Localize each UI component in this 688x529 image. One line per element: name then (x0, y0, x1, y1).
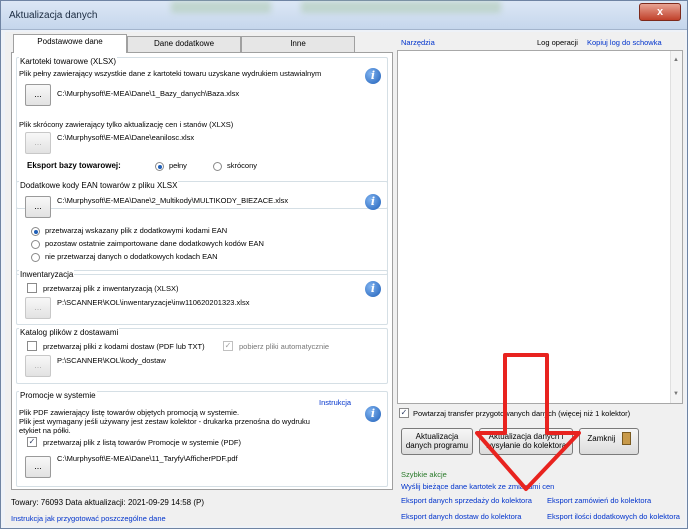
repeat-transfer-checkbox[interactable]: ✓ (399, 408, 409, 418)
group-title: Inwentaryzacja (19, 270, 75, 279)
tab-extra-data[interactable]: Dane dodatkowe (127, 36, 241, 52)
browse-full-file-button[interactable]: ... (25, 84, 51, 106)
exit-door-icon (621, 432, 631, 446)
promotions-desc-2: Plik jest wymagany jeśli używany jest ze… (19, 417, 310, 426)
browse-promotions-file-button[interactable]: ... (25, 456, 51, 478)
quick-action-export-sales[interactable]: Eksport danych sprzedaży do kolektora (401, 496, 532, 505)
ean-option-2-radio[interactable] (31, 240, 40, 249)
info-icon[interactable]: i (365, 68, 381, 84)
export-full-radio[interactable] (155, 162, 164, 171)
group-inventory: Inwentaryzacja przetwarzaj plik z inwent… (16, 270, 388, 325)
ean-option-2-label: pozostaw ostatnie zaimportowane dane dod… (45, 239, 264, 248)
promotions-desc-3: etykiet na półki. (19, 426, 71, 435)
inventory-checkbox[interactable] (27, 283, 37, 293)
status-text: Towary: 76093 Data aktualizacji: 2021-09… (11, 498, 204, 507)
export-full-label: pełny (169, 161, 187, 170)
close-window-button[interactable]: x (639, 3, 681, 21)
scroll-up-icon[interactable]: ▲ (673, 57, 679, 63)
promotions-desc-1: Plik PDF zawierający listę towarów objęt… (19, 408, 240, 417)
instructions-link[interactable]: Instrukcja jak przygotować poszczególne … (11, 514, 166, 523)
browse-short-file-button[interactable]: ... (25, 132, 51, 154)
tab-basic-data[interactable]: Podstawowe dane (13, 34, 127, 53)
status-bar: Towary: 76093 Data aktualizacji: 2021-09… (5, 494, 393, 526)
promotions-instructions-link[interactable]: Instrukcja (319, 398, 351, 407)
app-window: Aktualizacja danych x Podstawowe dane Da… (0, 0, 688, 529)
delivery-codes-checkbox[interactable] (27, 341, 37, 351)
ean-option-1-radio[interactable] (31, 227, 40, 236)
inventory-check-label: przetwarzaj plik z inwentaryzacją (XLSX) (43, 284, 179, 293)
browse-delivery-folder-button[interactable]: ... (25, 355, 51, 377)
group-title: Katalog plików z dostawami (19, 328, 120, 337)
info-icon[interactable]: i (365, 281, 381, 297)
log-textarea[interactable]: ▲ ▼ (397, 50, 683, 404)
scroll-down-icon[interactable]: ▼ (673, 391, 679, 397)
quick-action-export-orders[interactable]: Eksport zamówień do kolektora (547, 496, 651, 505)
promotions-file-path: C:\Murphysoft\E-MEA\Dane\11_Taryfy\Affic… (57, 454, 238, 463)
delivery-folder-path: P:\SCANNER\KOL\kody_dostaw (57, 356, 166, 365)
group-title: Dodatkowe kody EAN towarów z pliku XLSX (19, 181, 179, 190)
ean-option-1-label: przetwarzaj wskazany plik z dodatkowymi … (45, 226, 228, 235)
browse-inventory-file-button[interactable]: ... (25, 297, 51, 319)
info-icon[interactable]: i (365, 406, 381, 422)
quick-action-export-deliveries[interactable]: Eksport danych dostaw do kolektora (401, 512, 521, 521)
info-icon[interactable]: i (365, 194, 381, 210)
full-file-path: C:\Murphysoft\E-MEA\Dane\1_Bazy_danych\B… (57, 89, 240, 98)
ean-file-path: C:\Murphysoft\E-MEA\Dane\2_Multikody\MUL… (57, 196, 289, 205)
copy-log-link[interactable]: Kopiuj log do schowka (587, 38, 662, 47)
group-delivery-folder: Katalog plików z dostawami przetwarzaj p… (16, 328, 388, 384)
quick-action-export-extra-qty[interactable]: Eksport ilości dodatkowych do kolektora (547, 512, 680, 521)
tab-other[interactable]: Inne (241, 36, 355, 52)
group-promotions: Promocje w systemie Instrukcja i Plik PD… (16, 391, 388, 487)
left-panel: Podstawowe dane Dane dodatkowe Inne Kart… (11, 34, 393, 490)
auto-download-checkbox[interactable]: ✓ (223, 341, 233, 351)
window-title: Aktualizacja danych (9, 10, 98, 21)
close-button-label: Zamknij (587, 434, 616, 443)
export-short-label: skrócony (227, 161, 258, 170)
arrow-shape (475, 353, 581, 491)
short-file-desc: Plik skrócony zawierający tylko aktualiz… (19, 120, 234, 129)
tab-body: Kartoteki towarowe (XLSX) Plik pełny zaw… (11, 52, 393, 490)
export-label: Eksport bazy towarowej: (27, 161, 121, 170)
annotation-arrow (475, 353, 581, 491)
browse-ean-file-button[interactable]: ... (25, 196, 51, 218)
blurred-background-2 (301, 1, 501, 13)
group-ean-codes: Dodatkowe kody EAN towarów z pliku XLSX … (16, 181, 388, 275)
promotions-checkbox[interactable]: ✓ (27, 437, 37, 447)
tools-link[interactable]: Narzędzia (401, 38, 435, 47)
short-file-path: C:\Murphysoft\E-MEA\Dane\eanilosc.xlsx (57, 133, 195, 142)
tab-strip: Podstawowe dane Dane dodatkowe Inne (11, 34, 393, 53)
group-title: Kartoteki towarowe (XLSX) (19, 57, 118, 66)
quick-actions-title: Szybkie akcje (401, 470, 447, 479)
export-short-radio[interactable] (213, 162, 222, 171)
log-scrollbar[interactable]: ▲ ▼ (670, 51, 682, 403)
promotions-check-label: przetwarzaj plik z listą towarów Promocj… (43, 438, 241, 447)
close-button[interactable]: Zamknij (579, 428, 639, 455)
delivery-codes-label: przetwarzaj pliki z kodami dostaw (PDF l… (43, 342, 205, 351)
group-title: Promocje w systemie (19, 391, 97, 400)
ean-option-3-label: nie przetwarzaj danych o dodatkowych kod… (45, 252, 218, 261)
ean-option-3-radio[interactable] (31, 253, 40, 262)
log-label: Log operacji (537, 38, 578, 47)
inventory-file-path: P:\SCANNER\KOL\inwentaryzacje\inw1106202… (57, 298, 250, 307)
auto-download-label: pobierz pliki automatycznie (239, 342, 330, 351)
full-file-desc: Plik pełny zawierający wszystkie dane z … (19, 69, 322, 78)
title-bar: Aktualizacja danych x (1, 1, 687, 30)
blurred-background (171, 1, 271, 13)
update-data-button[interactable]: Aktualizacja danych programu (401, 428, 473, 455)
